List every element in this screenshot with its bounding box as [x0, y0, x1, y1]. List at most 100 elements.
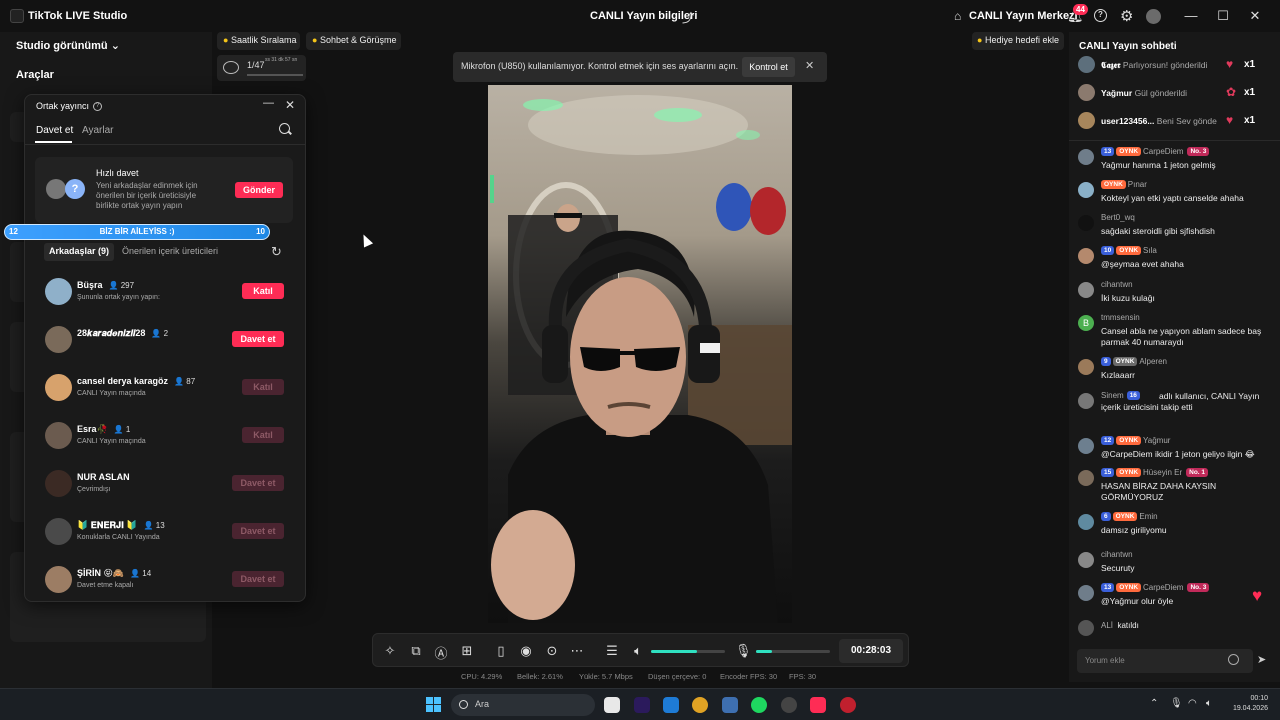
phone-icon[interactable]: ▯	[493, 643, 509, 659]
help-icon[interactable]: ?	[1094, 9, 1107, 22]
level-badge: 15	[1101, 468, 1115, 477]
chat-call-chip[interactable]: ● Sohbet & Görüşme	[306, 32, 401, 50]
mic-volume-slider[interactable]	[756, 650, 830, 653]
match-counter-card[interactable]: 1/47 ss 31 dk 57 sn	[217, 55, 306, 81]
help-icon[interactable]: ?	[93, 102, 102, 111]
invite-button[interactable]: Davet et	[232, 331, 284, 347]
join-text: katıldı	[1117, 621, 1139, 630]
tab-invite[interactable]: Davet et	[36, 125, 73, 136]
tab-settings[interactable]: Ayarlar	[82, 125, 114, 136]
minimize-icon[interactable]: —	[1183, 8, 1199, 23]
spotify-icon[interactable]	[751, 697, 767, 713]
file-explorer-icon[interactable]	[604, 697, 620, 713]
avatar[interactable]	[1078, 182, 1094, 198]
speaker-icon[interactable]: 🔈︎	[630, 643, 646, 659]
clock[interactable]: 00:10 19.04.2026	[1224, 694, 1268, 714]
avatar[interactable]	[1078, 359, 1094, 375]
chat-username[interactable]: Hüseyin Er	[1143, 468, 1182, 477]
chat-username[interactable]: Emin	[1139, 512, 1157, 521]
friend-name: cansel derya karagöz	[77, 376, 169, 386]
app-icon[interactable]	[722, 697, 738, 713]
avatar[interactable]	[1078, 514, 1094, 530]
live-center-link[interactable]: CANLI Yayın Merkezi	[969, 10, 1078, 22]
steam-icon[interactable]	[781, 697, 797, 713]
friend-row: Büşra 👤 297 Şununla ortak yayın yapın: Ka…	[45, 275, 295, 315]
gift-goal-button[interactable]: ● Hediye hedefi ekle	[972, 32, 1064, 50]
chevron-up-icon[interactable]: ⌃	[1150, 698, 1158, 709]
screen-share-icon[interactable]: ⧉	[408, 643, 424, 659]
check-button[interactable]: Kontrol et	[742, 57, 795, 77]
encoder-fps-stat: Encoder FPS: 30	[720, 672, 778, 681]
microphone-icon[interactable]: 🎙︎	[735, 643, 752, 659]
comment-input[interactable]: Yorum ekle	[1077, 649, 1253, 673]
chat-username[interactable]: CarpeDiem	[1143, 147, 1183, 156]
magic-wand-icon[interactable]: ✧	[382, 643, 398, 659]
avatar[interactable]	[1078, 438, 1094, 454]
avatar[interactable]	[1078, 282, 1094, 298]
chat-username[interactable]: tmmsensin	[1101, 313, 1140, 322]
avatar[interactable]	[1078, 215, 1094, 231]
join-button[interactable]: Katıl	[242, 283, 284, 299]
live-chat-panel: CANLI Yayın sohbeti 𝕮𝖆𝖟𝖊𝖗 Parlıyorsun! g…	[1069, 32, 1280, 682]
hourly-ranking-chip[interactable]: ● Saatlik Sıralama	[217, 32, 300, 50]
chat-title: CANLI Yayın sohbeti	[1079, 41, 1177, 52]
tab-suggested[interactable]: Önerilen içerik üreticileri	[122, 246, 218, 256]
record-icon[interactable]: ◉	[518, 643, 534, 659]
avatar[interactable]	[1078, 149, 1094, 165]
avatar[interactable]	[1146, 9, 1161, 24]
share-icon[interactable]: ⤴	[682, 9, 694, 26]
home-icon[interactable]: ⌂	[954, 9, 961, 23]
close-icon[interactable]: ✕	[805, 59, 814, 72]
speaker-volume-slider[interactable]	[651, 650, 725, 653]
message-text: Yağmur hanıma 1 jeton gelmiş	[1101, 160, 1216, 170]
emoji-icon[interactable]	[1228, 654, 1239, 665]
avatar[interactable]: B	[1078, 315, 1094, 331]
friend-name: ŞİRİN 😝🙈	[77, 568, 125, 578]
gear-icon[interactable]: ⚙	[1120, 7, 1133, 25]
minimize-icon[interactable]: —	[263, 97, 274, 109]
taskbar: Ara ⌃ 🎙︎ ◠ 🔈︎ 00:10 19.04.2026	[0, 688, 1280, 720]
chat-username[interactable]: CarpeDiem	[1143, 583, 1183, 592]
refresh-icon[interactable]: ↻	[271, 244, 282, 260]
tiktok-studio-icon[interactable]	[810, 697, 826, 713]
chat-username[interactable]: cihantwn	[1101, 550, 1133, 559]
close-icon[interactable]: ✕	[1247, 8, 1263, 24]
taskbar-search[interactable]: Ara	[451, 694, 595, 716]
chat-username[interactable]: Sıla	[1143, 246, 1157, 255]
studio-view-dropdown[interactable]: Studio görünümü ⌄	[16, 39, 120, 52]
friend-row: 28𝒌𝒂𝒓𝒂𝒅𝒆𝒏𝒊𝒛𝒍𝒊28 👤 2 Davet et	[45, 323, 295, 363]
avatar[interactable]	[1078, 585, 1094, 601]
close-icon[interactable]: ✕	[285, 98, 295, 112]
chat-username[interactable]: Bert0_wq	[1101, 213, 1135, 222]
avatar[interactable]	[1078, 552, 1094, 568]
send-button[interactable]: Gönder	[235, 182, 283, 198]
windows-start-icon[interactable]	[426, 697, 441, 712]
avatar[interactable]	[1078, 470, 1094, 486]
friend-name: Büşra	[77, 280, 103, 290]
app-name: TikTok LIVE Studio	[28, 10, 128, 22]
rank-badge: No. 3	[1187, 147, 1210, 156]
ai-icon[interactable]: Ⓐ	[433, 643, 449, 662]
microphone-icon[interactable]: 🎙︎	[1170, 698, 1183, 709]
recorder-icon[interactable]	[840, 697, 856, 713]
search-icon[interactable]	[279, 123, 290, 134]
wifi-icon[interactable]: ◠	[1188, 698, 1197, 709]
chat-username[interactable]: Yağmur	[1143, 436, 1170, 445]
settings-sliders-icon[interactable]: ☰	[604, 643, 620, 659]
chat-username[interactable]: Alperen	[1139, 357, 1167, 366]
chat-username[interactable]: cihantwn	[1101, 280, 1133, 289]
chat-username[interactable]: Pınar	[1128, 180, 1147, 189]
capture-icon[interactable]: ⊙	[544, 643, 560, 659]
after-effects-icon[interactable]	[634, 697, 650, 713]
maximize-icon[interactable]: ☐	[1215, 8, 1231, 24]
avatar[interactable]	[1078, 393, 1094, 409]
send-icon[interactable]: ➤	[1257, 653, 1266, 666]
more-icon[interactable]: ⋯	[569, 643, 585, 659]
volume-icon[interactable]: 🔈︎	[1206, 698, 1212, 709]
avatar[interactable]	[1078, 248, 1094, 264]
add-source-icon[interactable]: ⊞	[459, 643, 475, 659]
tab-friends[interactable]: Arkadaşlar (9)	[44, 243, 115, 261]
chrome-icon[interactable]	[692, 697, 708, 713]
gift-icon: ♥	[1226, 113, 1234, 127]
outlook-icon[interactable]	[663, 697, 679, 713]
